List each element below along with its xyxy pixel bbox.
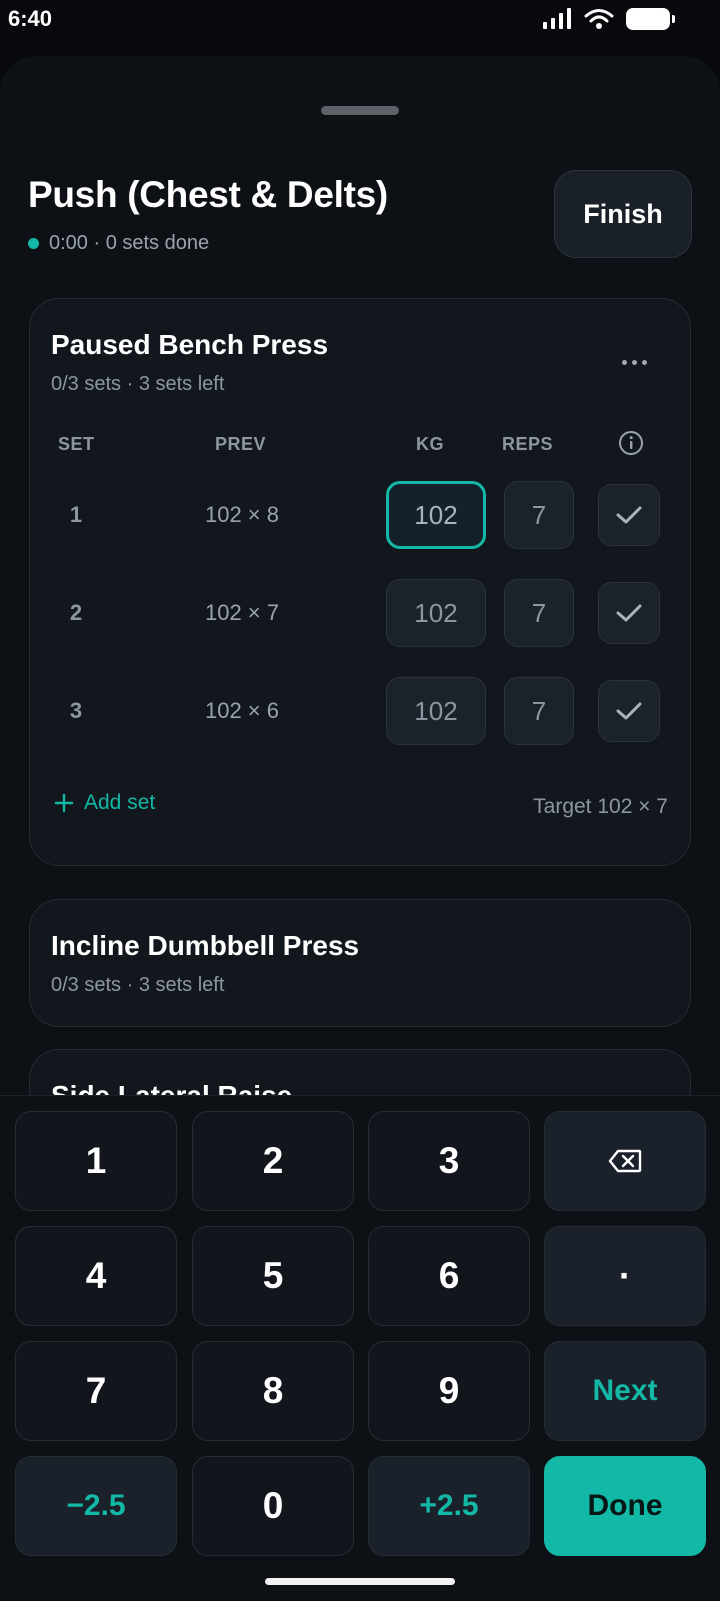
decrement-key[interactable]: −2.5 bbox=[15, 1456, 177, 1556]
kg-input[interactable]: 102 bbox=[386, 579, 486, 647]
key-1[interactable]: 1 bbox=[15, 1111, 177, 1211]
workout-meta-text: 0:00 · 0 sets done bbox=[49, 232, 210, 254]
add-set-button[interactable]: Add set bbox=[54, 791, 155, 815]
exercise-title: Paused Bench Press bbox=[51, 329, 329, 360]
exercise-title: Incline Dumbbell Press bbox=[51, 930, 360, 961]
complete-set-button[interactable] bbox=[598, 484, 660, 546]
kg-input[interactable]: 102 bbox=[386, 677, 486, 745]
previous-value: 102 × 8 bbox=[204, 502, 279, 527]
column-reps: REPS bbox=[502, 434, 554, 454]
backspace-icon bbox=[608, 1149, 642, 1173]
signal-icon bbox=[543, 8, 571, 29]
home-indicator[interactable] bbox=[265, 1578, 455, 1585]
column-prev: PREV bbox=[215, 434, 267, 454]
reps-input[interactable]: 7 bbox=[504, 579, 574, 647]
battery-icon bbox=[626, 8, 675, 30]
live-indicator bbox=[28, 238, 39, 249]
key-0[interactable]: 0 bbox=[192, 1456, 354, 1556]
target-value: Target 102 × 7 bbox=[533, 795, 668, 818]
reps-input[interactable]: 7 bbox=[504, 481, 574, 549]
key-6[interactable]: 6 bbox=[368, 1226, 530, 1326]
key-8[interactable]: 8 bbox=[192, 1341, 354, 1441]
key-5[interactable]: 5 bbox=[192, 1226, 354, 1326]
column-kg: KG bbox=[416, 434, 444, 454]
key-4[interactable]: 4 bbox=[15, 1226, 177, 1326]
done-key[interactable]: Done bbox=[544, 1456, 706, 1556]
wifi-icon bbox=[584, 9, 614, 29]
decimal-key[interactable]: · bbox=[544, 1226, 706, 1326]
key-3[interactable]: 3 bbox=[368, 1111, 530, 1211]
exercise-card-incline-dumbbell-press[interactable]: Incline Dumbbell Press 0/3 sets · 3 sets… bbox=[29, 899, 691, 1027]
complete-set-button[interactable] bbox=[598, 582, 660, 644]
key-2[interactable]: 2 bbox=[192, 1111, 354, 1211]
backspace-key[interactable] bbox=[544, 1111, 706, 1211]
exercise-card-paused-bench-press: Paused Bench Press 0/3 sets · 3 sets lef… bbox=[29, 298, 691, 866]
previous-value: 102 × 7 bbox=[204, 600, 279, 625]
finish-button[interactable]: Finish bbox=[554, 170, 692, 258]
check-icon bbox=[616, 702, 642, 720]
set-number: 1 bbox=[69, 502, 83, 527]
status-icons bbox=[542, 8, 675, 30]
increment-key[interactable]: +2.5 bbox=[368, 1456, 530, 1556]
reps-input[interactable]: 7 bbox=[504, 677, 574, 745]
check-icon bbox=[616, 506, 642, 524]
exercise-subtitle: 0/3 sets · 3 sets left bbox=[51, 373, 225, 395]
key-7[interactable]: 7 bbox=[15, 1341, 177, 1441]
check-icon bbox=[616, 604, 642, 622]
plus-icon bbox=[54, 793, 74, 813]
add-set-label: Add set bbox=[84, 791, 156, 814]
next-key[interactable]: Next bbox=[544, 1341, 706, 1441]
workout-meta: 0:00 · 0 sets done bbox=[28, 232, 209, 255]
set-number: 3 bbox=[69, 698, 83, 723]
exercise-subtitle: 0/3 sets · 3 sets left bbox=[51, 974, 225, 996]
key-9[interactable]: 9 bbox=[368, 1341, 530, 1441]
sheet-grabber[interactable] bbox=[321, 106, 399, 115]
column-set: SET bbox=[58, 434, 95, 454]
set-number: 2 bbox=[69, 600, 83, 625]
complete-set-button[interactable] bbox=[598, 680, 660, 742]
kg-input[interactable]: 102 bbox=[386, 481, 486, 549]
status-bar: 6:40 bbox=[0, 0, 720, 48]
workout-title: Push (Chest & Delts) bbox=[28, 174, 388, 215]
status-time: 6:40 bbox=[8, 6, 53, 31]
more-options-icon[interactable] bbox=[614, 355, 654, 369]
info-icon[interactable] bbox=[618, 430, 644, 456]
numeric-keypad: 1 2 3 4 5 6 · 7 8 9 Next −2.5 0 +2.5 Don… bbox=[0, 1095, 720, 1601]
previous-value: 102 × 6 bbox=[204, 698, 279, 723]
